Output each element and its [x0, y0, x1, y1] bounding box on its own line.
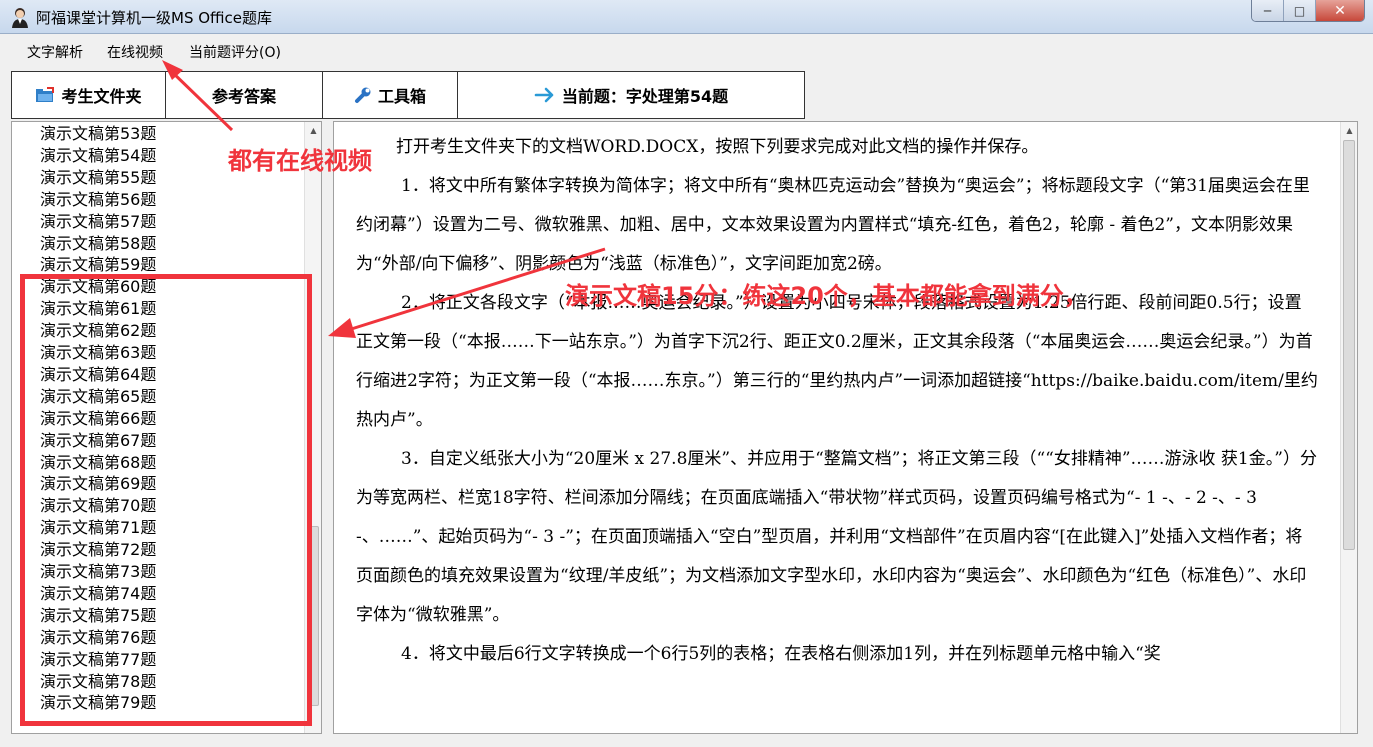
content-scrollbar[interactable]: ▲: [1340, 122, 1357, 733]
question-list-item[interactable]: 演示文稿第55题: [40, 167, 156, 189]
content-scroll-thumb[interactable]: [1343, 140, 1355, 550]
maximize-button[interactable]: □: [1284, 0, 1316, 21]
wrench-icon: [354, 86, 372, 104]
minimize-button[interactable]: ─: [1252, 0, 1284, 21]
content-paragraph-3: 3．自定义纸张大小为“20厘米 x 27.8厘米”、并应用于“整篇文档”；将正文…: [356, 449, 1317, 625]
window-controls: ─ □ ✕: [1251, 0, 1365, 22]
scroll-up-arrow-icon[interactable]: ▲: [305, 122, 322, 139]
toolbox-button[interactable]: 工具箱: [322, 71, 458, 119]
reference-answer-label: 参考答案: [211, 87, 276, 106]
annotation-highlight-box: [20, 274, 312, 726]
question-list-item[interactable]: 演示文稿第58题: [40, 233, 156, 255]
title-bar: 阿福课堂计算机一级MS Office题库 ─ □ ✕: [0, 0, 1373, 34]
menu-text-analysis[interactable]: 文字解析: [27, 42, 83, 62]
arrow-right-icon: [534, 87, 556, 103]
content-scroll-up-arrow-icon[interactable]: ▲: [1341, 122, 1357, 139]
current-question-button[interactable]: 当前题：字处理第54题: [457, 71, 805, 119]
question-list-item[interactable]: 演示文稿第57题: [40, 211, 156, 233]
current-question-label: 当前题：字处理第54题: [561, 87, 729, 106]
close-button[interactable]: ✕: [1316, 0, 1364, 21]
folder-icon: [35, 87, 55, 103]
toolbox-label: 工具箱: [377, 87, 426, 106]
toolbar: 考生文件夹 参考答案 工具箱 当前题：字处理第54题: [11, 71, 805, 119]
annotation-slides-note: 演示文稿15分：练这20个，基本都能拿到满分，: [565, 282, 1088, 310]
question-list-item[interactable]: 演示文稿第54题: [40, 145, 156, 167]
question-content-panel: 打开考生文件夹下的文档WORD.DOCX，按照下列要求完成对此文档的操作并保存。…: [333, 121, 1358, 734]
menu-bar: 文字解析 在线视频 当前题评分(O): [0, 34, 1373, 66]
student-folder-label: 考生文件夹: [61, 87, 142, 106]
question-list-item[interactable]: 演示文稿第56题: [40, 189, 156, 211]
app-avatar-icon: [12, 8, 28, 28]
reference-answer-button[interactable]: 参考答案: [165, 71, 323, 119]
content-paragraph-intro: 打开考生文件夹下的文档WORD.DOCX，按照下列要求完成对此文档的操作并保存。: [396, 137, 1039, 157]
student-folder-button[interactable]: 考生文件夹: [11, 71, 166, 119]
window-title: 阿福课堂计算机一级MS Office题库: [36, 9, 273, 27]
question-content: 打开考生文件夹下的文档WORD.DOCX，按照下列要求完成对此文档的操作并保存。…: [356, 128, 1318, 674]
menu-score-current[interactable]: 当前题评分(O): [189, 42, 281, 62]
menu-online-video[interactable]: 在线视频: [107, 42, 163, 62]
annotation-video-note: 都有在线视频: [228, 147, 372, 175]
content-paragraph-4: 4．将文中最后6行文字转换成一个6行5列的表格；在表格右侧添加1列，并在列标题单…: [401, 644, 1161, 664]
question-list-item[interactable]: 演示文稿第53题: [40, 123, 156, 145]
content-paragraph-1: 1．将文中所有繁体字转换为简体字；将文中所有“奥林匹克运动会”替换为“奥运会”；…: [356, 176, 1310, 274]
